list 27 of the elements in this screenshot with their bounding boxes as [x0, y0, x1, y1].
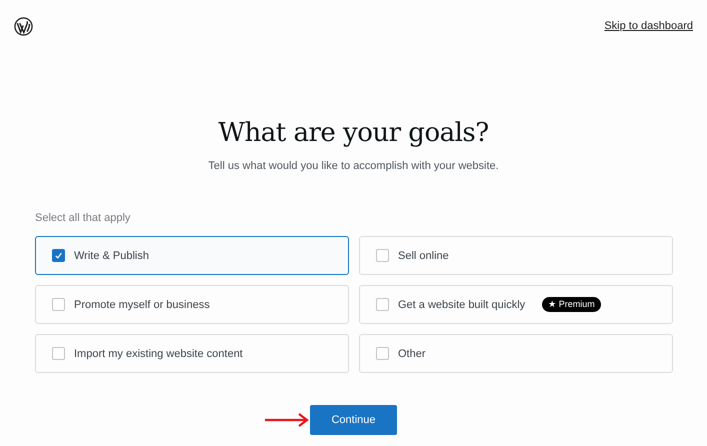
- goal-option[interactable]: Get a website built quickly ★ Premium: [359, 285, 673, 324]
- option-label: Write & Publish: [74, 250, 149, 262]
- option-label: Other: [398, 348, 426, 360]
- checkbox[interactable]: [52, 347, 65, 360]
- option-label: Sell online: [398, 250, 449, 262]
- checkbox[interactable]: [376, 347, 389, 360]
- continue-button[interactable]: Continue: [310, 405, 397, 435]
- goal-option[interactable]: Other: [359, 334, 673, 373]
- goal-option[interactable]: Sell online: [359, 236, 673, 275]
- checkbox[interactable]: [52, 298, 65, 311]
- checkbox[interactable]: [52, 249, 65, 262]
- section-label: Select all that apply: [35, 212, 132, 226]
- check-icon: [54, 251, 63, 260]
- goal-option[interactable]: Write & Publish: [35, 236, 349, 275]
- option-label: Promote myself or business: [74, 298, 210, 310]
- skip-link[interactable]: Skip to dashboard: [604, 20, 693, 32]
- page-title: What are your goals?: [217, 117, 490, 150]
- checkbox[interactable]: [376, 249, 389, 262]
- option-label: Import my existing website content: [74, 348, 243, 360]
- page-subtitle: Tell us what would you like to accomplish with your website.: [207, 160, 500, 172]
- goal-option[interactable]: Promote myself or business: [35, 285, 349, 324]
- logo-icon: [14, 16, 33, 36]
- option-label: Get a website built quickly: [398, 298, 526, 310]
- goal-option[interactable]: Import my existing website content: [35, 334, 349, 373]
- premium-badge: ★ Premium: [542, 297, 601, 312]
- checkbox[interactable]: [376, 298, 389, 311]
- arrow-drawing: [264, 412, 309, 428]
